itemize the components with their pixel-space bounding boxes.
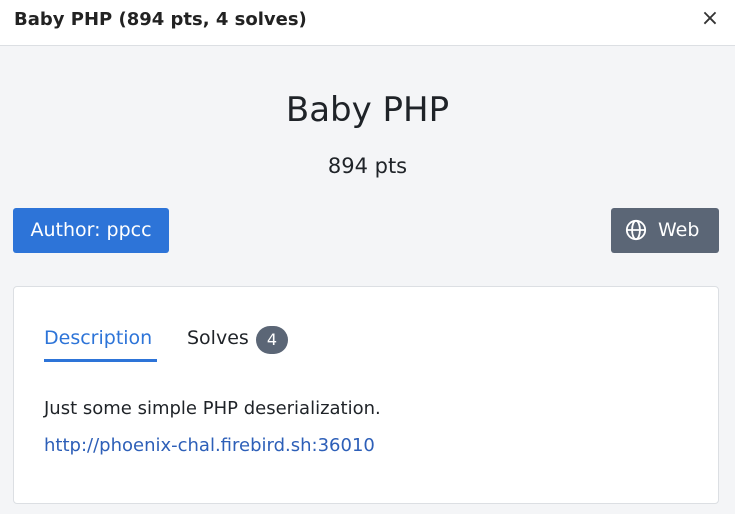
tab-solves[interactable]: Solves [187, 327, 249, 349]
modal-title: Baby PHP (894 pts, 4 solves) [14, 9, 307, 30]
globe-icon [625, 219, 647, 241]
challenge-modal: Baby PHP (894 pts, 4 solves) × Baby PHP … [0, 0, 735, 514]
description-text: Just some simple PHP deserialization. [44, 398, 381, 419]
challenge-card: Description Solves 4 Just some simple PH… [13, 286, 719, 504]
challenge-link[interactable]: http://phoenix-chal.firebird.sh:36010 [44, 435, 375, 456]
challenge-points: 894 pts [327, 154, 408, 178]
category-label: Web [658, 219, 700, 241]
tab-description[interactable]: Description [44, 327, 152, 349]
close-button[interactable]: × [699, 8, 721, 30]
challenge-name: Baby PHP [285, 90, 450, 130]
category-badge: Web [611, 208, 719, 253]
author-button[interactable]: Author: ppcc [13, 208, 169, 253]
solves-count-badge: 4 [256, 326, 288, 354]
modal-header: Baby PHP (894 pts, 4 solves) × [0, 0, 735, 46]
active-tab-indicator [44, 359, 157, 362]
